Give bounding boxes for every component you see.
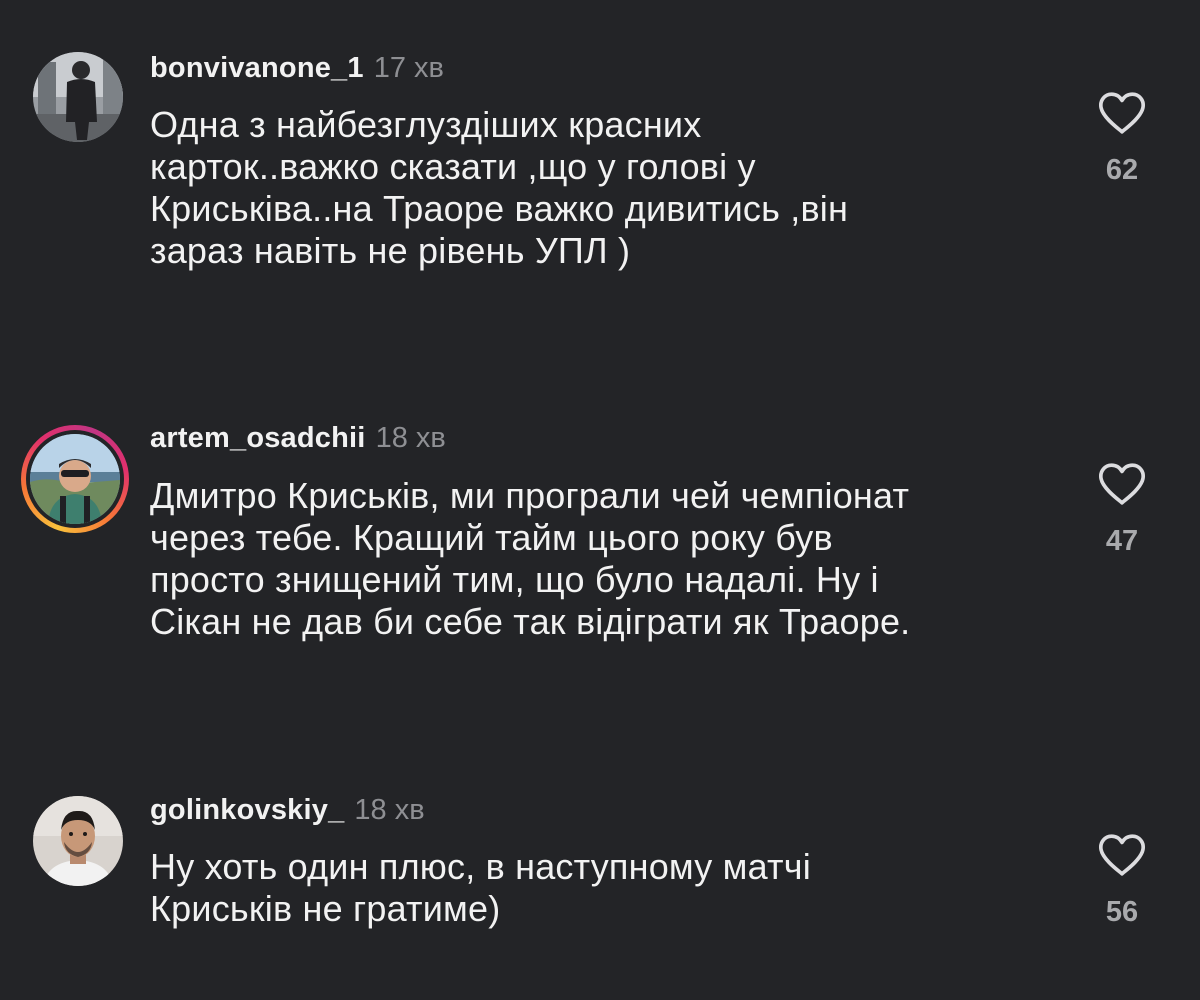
like-count: 47 (1105, 525, 1139, 557)
comment-text-line: Одна з найбезглуздіших красних (150, 104, 702, 145)
comment-text-line: Криськіва..на Траоре важко дивитись ,він (150, 188, 849, 229)
like-button[interactable]: 56 (1096, 832, 1148, 929)
username[interactable]: artem_osadchii (150, 422, 366, 455)
comment-time: 18 хв (354, 794, 425, 826)
comment-text-line: Дмитро Криськів, ми програли чей чемпіон… (150, 475, 910, 516)
comment-header: golinkovskiy_ 18 хв (150, 794, 425, 834)
comment-text-line: просто знищений тим, що було надалі. Ну … (150, 559, 879, 600)
comment-text-line: Сікан не дав би себе так відіграти як Тр… (150, 601, 911, 642)
comment-header: bonvivanone_1 17 хв (150, 52, 444, 92)
heart-outline-icon[interactable] (1096, 90, 1148, 136)
like-count: 62 (1105, 154, 1139, 186)
comment-text: Дмитро Криськів, ми програли чей чемпіон… (150, 475, 1070, 643)
avatar[interactable] (30, 434, 120, 524)
comment-text-line: через тебе. Кращий тайм цього року був (150, 517, 833, 558)
comment-text: Одна з найбезглуздіших красних карток..в… (150, 104, 1070, 272)
comment-time: 18 хв (375, 422, 446, 454)
comment-text-line: карток..важко сказати ,що у голові у (150, 146, 756, 187)
comments-screen: bonvivanone_1 17 хв Одна з найбезглуздіш… (0, 0, 1200, 1000)
comment-header: artem_osadchii 18 хв (150, 422, 446, 462)
heart-outline-icon[interactable] (1096, 461, 1148, 507)
like-count: 56 (1105, 896, 1139, 928)
comment-text-line: Ну хоть один плюс, в наступному матчі (150, 846, 811, 887)
username[interactable]: bonvivanone_1 (150, 52, 364, 85)
comment-text: Ну хоть один плюс, в наступному матчі Кр… (150, 846, 1070, 930)
heart-outline-icon[interactable] (1096, 832, 1148, 878)
like-button[interactable]: 62 (1096, 90, 1148, 187)
avatar[interactable] (33, 796, 123, 886)
avatar[interactable] (33, 52, 123, 142)
comment-text-line: зараз навіть не рівень УПЛ ) (150, 230, 631, 271)
comment-text-line: Криськів не гратиме) (150, 888, 501, 929)
story-ring[interactable] (21, 425, 129, 533)
comment-time: 17 хв (373, 52, 444, 84)
username[interactable]: golinkovskiy_ (150, 794, 344, 827)
like-button[interactable]: 47 (1096, 461, 1148, 558)
